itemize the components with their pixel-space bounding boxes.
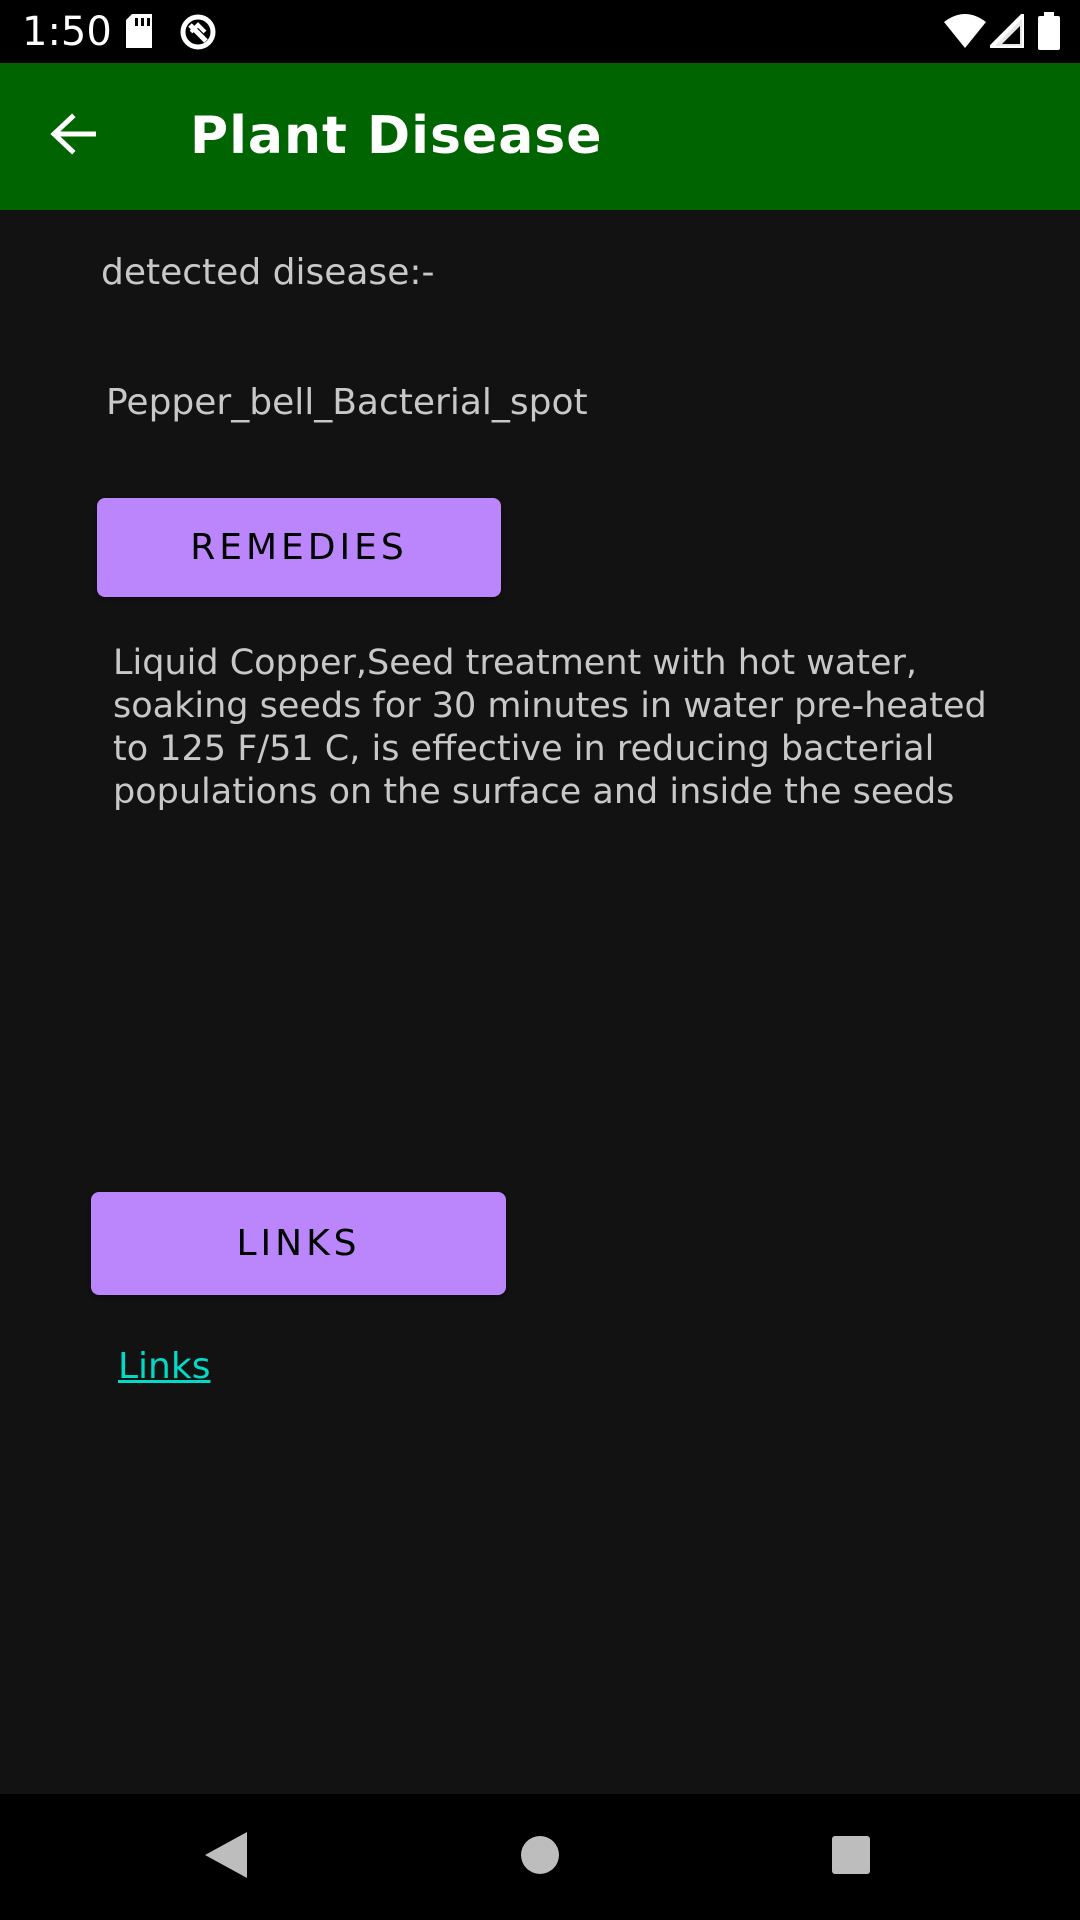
home-circle-icon [519,1834,561,1880]
remedy-text: Liquid Copper,Seed treatment with hot wa… [113,643,987,812]
detected-disease-label: detected disease:- [101,252,435,293]
sd-card-icon [124,14,154,52]
main-content: detected disease:- Pepper_bell_Bacterial… [0,210,1080,1794]
back-triangle-icon [201,1830,249,1884]
recents-square-icon [830,1834,872,1880]
back-button[interactable] [30,98,116,174]
status-time: 1:50 [22,9,112,55]
status-bar: 1:50 [0,0,1080,63]
nav-back-button[interactable] [192,1824,258,1890]
battery-icon [1038,12,1060,54]
app-bar: Plant Disease [0,63,1080,210]
remedies-button-label: REMEDIES [190,527,408,568]
page-title: Plant Disease [190,106,603,166]
disease-name: Pepper_bell_Bacterial_spot [106,382,588,423]
remedies-button[interactable]: REMEDIES [97,498,501,597]
arrow-back-icon [50,113,97,159]
navigation-bar [0,1794,1080,1920]
nav-home-button[interactable] [507,1824,573,1890]
links-link[interactable]: Links [118,1344,210,1390]
wifi-icon [944,14,986,52]
sync-icon [178,12,218,56]
links-button[interactable]: LINKS [91,1192,506,1295]
nav-recents-button[interactable] [818,1824,884,1890]
signal-icon [985,9,1026,52]
links-button-label: LINKS [236,1223,361,1264]
